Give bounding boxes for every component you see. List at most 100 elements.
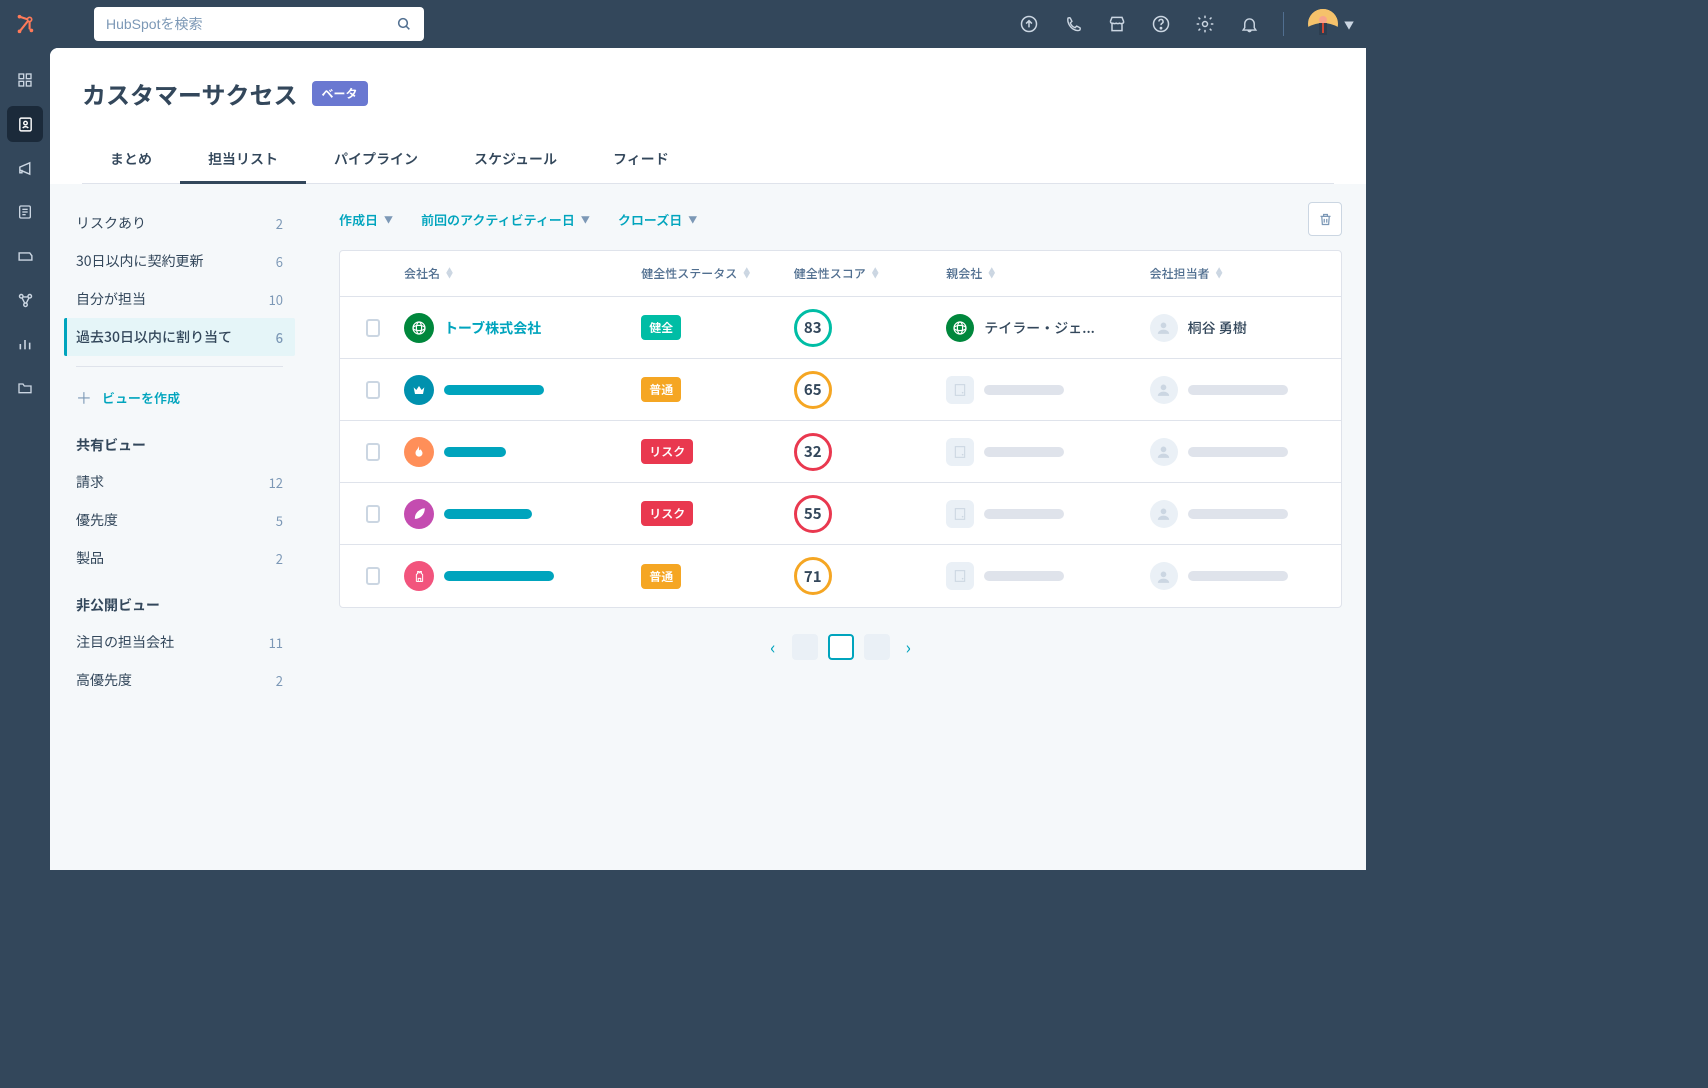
table-row[interactable]: 普通65 bbox=[340, 359, 1341, 421]
sidebar-view-item[interactable]: 過去30日以内に割り当て6 bbox=[64, 318, 295, 356]
sidebar-item-count: 2 bbox=[276, 671, 283, 690]
row-checkbox[interactable] bbox=[366, 505, 380, 523]
tab[interactable]: パイプライン bbox=[306, 137, 446, 183]
person-icon bbox=[1150, 314, 1178, 342]
sidebar-item-count: 6 bbox=[276, 252, 283, 271]
sidebar-view-item[interactable]: リスクあり2 bbox=[64, 204, 295, 242]
sidebar-item-label: 自分が担当 bbox=[76, 289, 146, 309]
company-icon bbox=[404, 313, 434, 343]
placeholder-bar bbox=[444, 571, 554, 581]
sidebar-item-count: 10 bbox=[269, 290, 283, 309]
tab[interactable]: まとめ bbox=[82, 137, 180, 183]
col-health-score[interactable]: 健全性スコア▲▼ bbox=[782, 265, 935, 282]
chevron-down-icon: ▼ bbox=[688, 213, 697, 226]
person-icon bbox=[1150, 438, 1178, 466]
placeholder-bar bbox=[1188, 571, 1288, 581]
building-icon bbox=[946, 562, 974, 590]
help-icon[interactable] bbox=[1151, 14, 1171, 34]
chevron-down-icon: ▼ bbox=[581, 213, 590, 226]
chevron-down-icon: ▼ bbox=[1344, 17, 1354, 32]
rail-reports[interactable] bbox=[7, 326, 43, 362]
sidebar-item-label: 30日以内に契約更新 bbox=[76, 251, 204, 271]
health-status-badge: 普通 bbox=[641, 377, 681, 402]
col-company[interactable]: 会社名▲▼ bbox=[392, 265, 629, 282]
sidebar-view-item[interactable]: 製品2 bbox=[64, 539, 295, 577]
building-icon bbox=[946, 438, 974, 466]
prev-page[interactable]: ‹ bbox=[764, 630, 781, 664]
sort-icon: ▲▼ bbox=[988, 269, 995, 279]
rail-commerce[interactable] bbox=[7, 238, 43, 274]
health-score: 83 bbox=[794, 309, 832, 347]
rail-files[interactable] bbox=[7, 370, 43, 406]
global-search[interactable] bbox=[94, 7, 424, 41]
row-checkbox[interactable] bbox=[366, 319, 380, 337]
sidebar-view-item[interactable]: 優先度5 bbox=[64, 501, 295, 539]
filter-chip[interactable]: クローズ日▼ bbox=[618, 210, 697, 229]
health-score: 71 bbox=[794, 557, 832, 595]
building-icon bbox=[946, 376, 974, 404]
next-page[interactable]: › bbox=[900, 630, 917, 664]
table-row[interactable]: 普通71 bbox=[340, 545, 1341, 607]
table-row[interactable]: リスク55 bbox=[340, 483, 1341, 545]
page-box-active[interactable] bbox=[828, 634, 854, 660]
col-owner[interactable]: 会社担当者▲▼ bbox=[1138, 265, 1341, 282]
filter-row: 作成日▼ 前回のアクティビティー日▼ クローズ日▼ bbox=[339, 202, 1342, 236]
rail-automation[interactable] bbox=[7, 282, 43, 318]
marketplace-icon[interactable] bbox=[1107, 14, 1127, 34]
delete-button[interactable] bbox=[1308, 202, 1342, 236]
row-checkbox[interactable] bbox=[366, 567, 380, 585]
hubspot-logo[interactable] bbox=[0, 13, 50, 35]
person-icon bbox=[1150, 562, 1178, 590]
person-icon bbox=[1150, 376, 1178, 404]
plus-icon: ＋ bbox=[76, 385, 92, 409]
filter-chip[interactable]: 前回のアクティビティー日▼ bbox=[421, 210, 590, 229]
table-row[interactable]: トーブ株式会社健全83テイラー・ジェ...桐谷 勇樹 bbox=[340, 297, 1341, 359]
sidebar-item-label: 優先度 bbox=[76, 510, 118, 530]
views-sidebar: リスクあり2 30日以内に契約更新 6 自分が担当 10 過去30日以内に割り当て6 ＋ … bbox=[50, 184, 315, 870]
rail-contacts[interactable] bbox=[7, 106, 43, 142]
row-checkbox[interactable] bbox=[366, 381, 380, 399]
placeholder-bar bbox=[984, 509, 1064, 519]
phone-icon[interactable] bbox=[1063, 14, 1083, 34]
filter-chip[interactable]: 作成日▼ bbox=[339, 210, 393, 229]
divider bbox=[1283, 12, 1284, 36]
rail-content[interactable] bbox=[7, 194, 43, 230]
sort-icon: ▲▼ bbox=[446, 269, 453, 279]
sidebar-view-item[interactable]: 30日以内に契約更新 6 bbox=[64, 242, 295, 280]
search-input[interactable] bbox=[106, 16, 388, 32]
col-health-status[interactable]: 健全性ステータス▲▼ bbox=[629, 265, 782, 282]
placeholder-bar bbox=[984, 385, 1064, 395]
tab[interactable]: スケジュール bbox=[446, 137, 585, 183]
account-menu[interactable]: ▼ bbox=[1308, 9, 1354, 39]
page-box[interactable] bbox=[792, 634, 818, 660]
divider bbox=[76, 366, 283, 367]
tab[interactable]: 担当リスト bbox=[180, 137, 306, 183]
rail-marketing[interactable] bbox=[7, 150, 43, 186]
rail-apps[interactable] bbox=[7, 62, 43, 98]
company-icon bbox=[404, 499, 434, 529]
parent-company-name: テイラー・ジェ... bbox=[984, 318, 1095, 338]
settings-icon[interactable] bbox=[1195, 14, 1215, 34]
col-parent[interactable]: 親会社▲▼ bbox=[934, 265, 1137, 282]
sidebar-view-item[interactable]: 注目の担当会社11 bbox=[64, 623, 295, 661]
sidebar-item-count: 2 bbox=[276, 214, 283, 233]
page-box[interactable] bbox=[864, 634, 890, 660]
sidebar-item-count: 11 bbox=[269, 633, 283, 652]
sidebar-view-item[interactable]: 高優先度2 bbox=[64, 661, 295, 699]
avatar bbox=[1308, 9, 1338, 39]
company-icon bbox=[404, 375, 434, 405]
row-checkbox[interactable] bbox=[366, 443, 380, 461]
create-view-label: ビューを作成 bbox=[102, 388, 180, 407]
sidebar-view-item[interactable]: 請求12 bbox=[64, 463, 295, 501]
company-name[interactable]: トーブ株式会社 bbox=[444, 318, 541, 338]
placeholder-bar bbox=[444, 447, 506, 457]
sidebar-view-item[interactable]: 自分が担当 10 bbox=[64, 280, 295, 318]
table-row[interactable]: リスク32 bbox=[340, 421, 1341, 483]
beta-badge: ベータ bbox=[312, 81, 368, 106]
tab[interactable]: フィード bbox=[585, 137, 697, 183]
upgrade-icon[interactable] bbox=[1019, 14, 1039, 34]
owner-name: 桐谷 勇樹 bbox=[1188, 318, 1247, 338]
notifications-icon[interactable] bbox=[1239, 14, 1259, 34]
create-view-button[interactable]: ＋ ビューを作成 bbox=[64, 377, 295, 417]
topbar: ▼ bbox=[0, 0, 1366, 48]
